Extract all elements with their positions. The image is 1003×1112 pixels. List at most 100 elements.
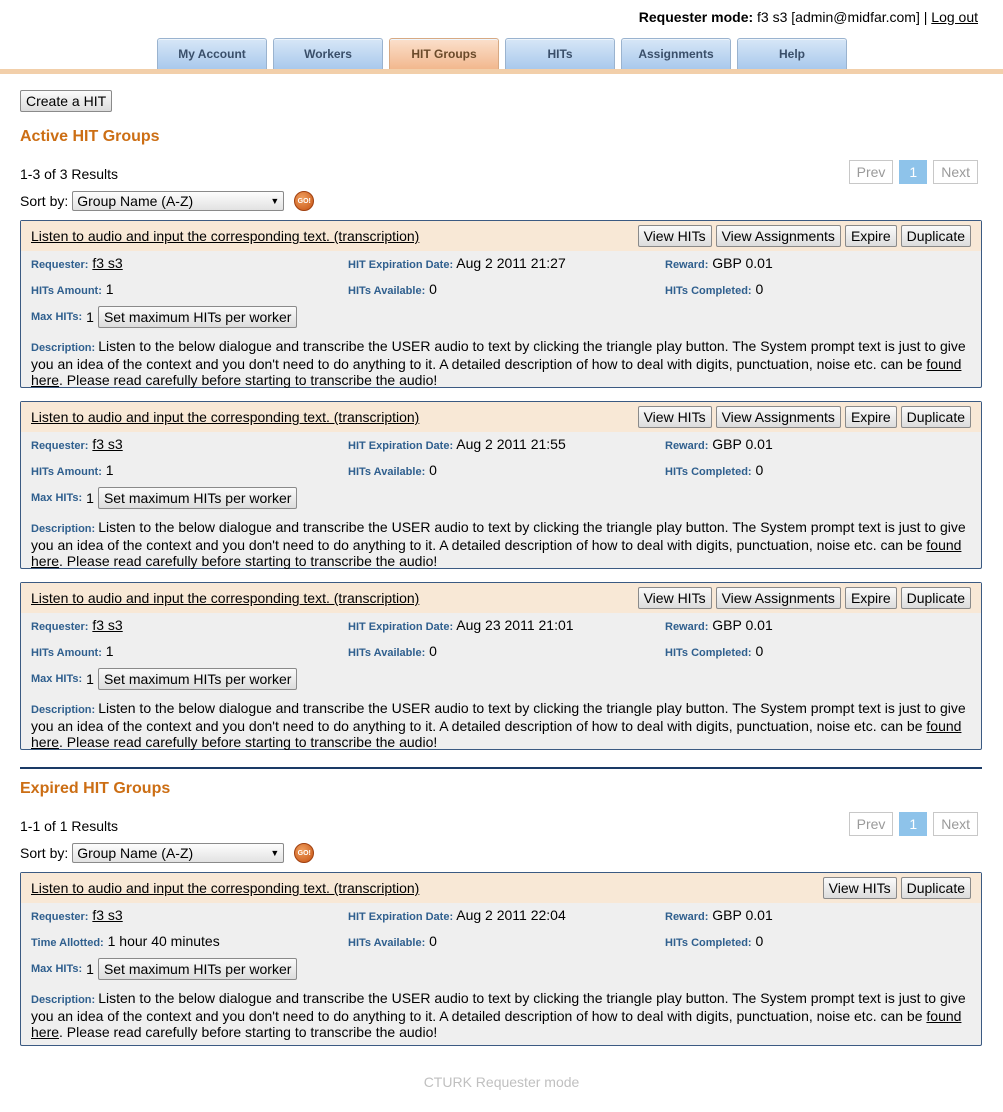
- expired-section-title: Expired HIT Groups: [20, 780, 171, 797]
- go-icon[interactable]: GO!: [294, 191, 315, 211]
- hit-group-card: Listen to audio and input the correspond…: [20, 582, 982, 750]
- duplicate-button[interactable]: Duplicate: [900, 225, 971, 247]
- tab-hit-groups[interactable]: HIT Groups: [389, 38, 499, 69]
- duplicate-button[interactable]: Duplicate: [900, 587, 971, 609]
- hits-completed-label: HITs Completed:: [665, 466, 752, 478]
- max-hits-label: Max HITs:: [31, 673, 83, 685]
- requester-link[interactable]: f3 s3: [92, 907, 122, 923]
- description-text-end: . Please read carefully before starting …: [59, 1024, 438, 1040]
- reward-value: GBP 0.01: [712, 436, 773, 452]
- set-max-hits-button[interactable]: Set maximum HITs per worker: [97, 487, 298, 509]
- set-max-hits-button[interactable]: Set maximum HITs per worker: [97, 668, 298, 690]
- view-hits-button[interactable]: View HITs: [637, 587, 712, 609]
- expired-sort-row: Sort by: Group Name (A-Z) ▼ GO!: [20, 843, 315, 863]
- expiration-label: HIT Expiration Date:: [348, 911, 454, 923]
- set-max-hits-button[interactable]: Set maximum HITs per worker: [97, 958, 298, 980]
- hit-group-card: Listen to audio and input the correspond…: [20, 401, 982, 569]
- max-hits-label: Max HITs:: [31, 311, 83, 323]
- next-button[interactable]: Next: [933, 160, 978, 184]
- create-hit-button[interactable]: Create a HIT: [20, 90, 113, 112]
- next-button[interactable]: Next: [933, 812, 978, 836]
- reward-label: Reward:: [665, 621, 709, 633]
- reward-label: Reward:: [665, 440, 709, 452]
- hits-amount-label: HITs Amount:: [31, 466, 102, 478]
- prev-button[interactable]: Prev: [848, 812, 894, 836]
- requester-link[interactable]: f3 s3: [92, 617, 122, 633]
- prev-button[interactable]: Prev: [848, 160, 894, 184]
- description-text: Listen to the below dialogue and transcr…: [31, 700, 966, 734]
- view-hits-button[interactable]: View HITs: [637, 225, 712, 247]
- go-icon[interactable]: GO!: [294, 843, 315, 863]
- tab-workers[interactable]: Workers: [273, 38, 383, 69]
- hits-amount-value: 1: [105, 281, 114, 297]
- duplicate-button[interactable]: Duplicate: [900, 406, 971, 428]
- hits-available-value: 0: [429, 281, 437, 297]
- description: Description: Listen to the below dialogue…: [21, 333, 981, 388]
- max-hits-label: Max HITs:: [31, 492, 83, 504]
- max-hits-value: 1: [86, 671, 94, 687]
- time-allotted-label: Time Allotted:: [31, 937, 104, 949]
- active-pagination: Prev 1 Next: [848, 160, 978, 184]
- description: Description: Listen to the below dialogue…: [21, 695, 981, 750]
- set-max-hits-button[interactable]: Set maximum HITs per worker: [97, 306, 298, 328]
- hits-available-value: 0: [429, 462, 437, 478]
- requester-label: Requester:: [31, 259, 89, 271]
- description-text-end: . Please read carefully before starting …: [59, 372, 438, 388]
- tab-assignments[interactable]: Assignments: [621, 38, 731, 69]
- reward-label: Reward:: [665, 911, 709, 923]
- view-hits-button[interactable]: View HITs: [637, 406, 712, 428]
- chevron-down-icon: ▼: [270, 848, 280, 858]
- page-number[interactable]: 1: [899, 160, 928, 184]
- active-sort-row: Sort by: Group Name (A-Z) ▼ GO!: [20, 191, 315, 211]
- hits-available-label: HITs Available:: [348, 937, 426, 949]
- sort-select[interactable]: Group Name (A-Z) ▼: [72, 843, 285, 863]
- sort-label: Sort by:: [20, 193, 69, 209]
- reward-value: GBP 0.01: [712, 255, 773, 271]
- hit-group-title-link[interactable]: Listen to audio and input the correspond…: [31, 409, 419, 425]
- expire-button[interactable]: Expire: [844, 406, 897, 428]
- user-info: f3 s3 [admin@midfar.com]: [757, 9, 920, 25]
- view-assignments-button[interactable]: View Assignments: [715, 587, 841, 609]
- hits-amount-value: 1: [105, 462, 114, 478]
- expiration-label: HIT Expiration Date:: [348, 621, 454, 633]
- view-assignments-button[interactable]: View Assignments: [715, 406, 841, 428]
- view-hits-button[interactable]: View HITs: [822, 877, 897, 899]
- tab-hits[interactable]: HITs: [505, 38, 615, 69]
- tab-my-account[interactable]: My Account: [157, 38, 267, 69]
- hit-group-title-link[interactable]: Listen to audio and input the correspond…: [31, 228, 419, 244]
- sort-value: Group Name (A-Z): [77, 845, 194, 861]
- chevron-down-icon: ▼: [270, 196, 280, 206]
- description: Description: Listen to the below dialogue…: [21, 514, 981, 569]
- description-text: Listen to the below dialogue and transcr…: [31, 519, 966, 553]
- max-hits-value: 1: [86, 309, 94, 325]
- view-assignments-button[interactable]: View Assignments: [715, 225, 841, 247]
- expired-results-count: 1-1 of 1 Results: [20, 818, 119, 834]
- mode-label: Requester mode:: [638, 9, 754, 25]
- hit-group-title-link[interactable]: Listen to audio and input the correspond…: [31, 880, 419, 896]
- tab-help[interactable]: Help: [737, 38, 847, 69]
- expiration-value: Aug 2 2011 21:27: [456, 255, 566, 271]
- hits-completed-value: 0: [755, 462, 764, 478]
- expire-button[interactable]: Expire: [844, 587, 897, 609]
- logout-link[interactable]: Log out: [931, 9, 978, 25]
- duplicate-button[interactable]: Duplicate: [900, 877, 971, 899]
- active-results-count: 1-3 of 3 Results: [20, 166, 119, 182]
- page-number[interactable]: 1: [899, 812, 928, 836]
- description: Description: Listen to the below dialogue…: [21, 985, 981, 1045]
- requester-link[interactable]: f3 s3: [92, 255, 122, 271]
- requester-label: Requester:: [31, 440, 89, 452]
- hits-completed-value: 0: [755, 281, 764, 297]
- hits-completed-value: 0: [755, 643, 764, 659]
- sort-select[interactable]: Group Name (A-Z) ▼: [72, 191, 285, 211]
- hits-completed-label: HITs Completed:: [665, 285, 752, 297]
- hit-group-title-link[interactable]: Listen to audio and input the correspond…: [31, 590, 419, 606]
- section-divider: [20, 767, 982, 769]
- description-text-end: . Please read carefully before starting …: [59, 734, 438, 750]
- requester-link[interactable]: f3 s3: [92, 436, 122, 452]
- hits-amount-label: HITs Amount:: [31, 285, 102, 297]
- hits-available-label: HITs Available:: [348, 647, 426, 659]
- expired-hit-group-card: Listen to audio and input the correspond…: [20, 872, 982, 1046]
- sort-value: Group Name (A-Z): [77, 193, 194, 209]
- expire-button[interactable]: Expire: [844, 225, 897, 247]
- hits-available-label: HITs Available:: [348, 466, 426, 478]
